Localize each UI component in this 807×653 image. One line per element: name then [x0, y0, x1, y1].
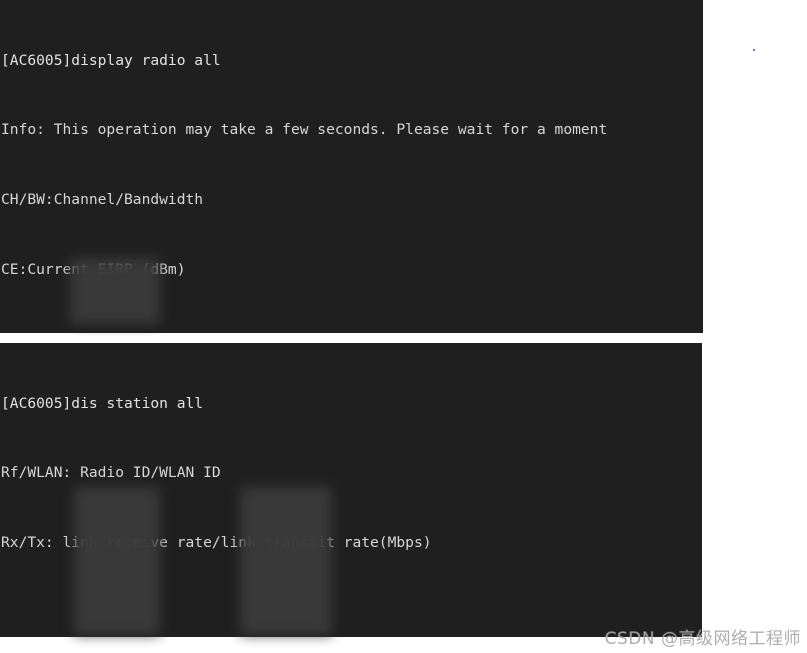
stray-pixel-artifact	[753, 49, 755, 51]
legend-line-me: ME:Max EIRP (dBm)	[1, 328, 703, 333]
legend-line-rf-wlan: Rf/WLAN: Radio ID/WLAN ID	[1, 464, 221, 482]
info-message-line: Info: This operation may take a few seco…	[1, 121, 608, 139]
command-line-dis-station: [AC6005]dis station all	[1, 394, 204, 412]
legend-line-ce: CE:Current EIRP (dBm)	[1, 261, 186, 279]
command-line-display-radio: [AC6005]display radio all	[1, 51, 221, 69]
terminal-pane-display-radio[interactable]: [AC6005]display radio all Info: This ope…	[0, 0, 703, 333]
legend-line-rx-tx: Rx/Tx: link receive rate/link transmit r…	[1, 534, 432, 552]
spacer-line	[1, 601, 702, 624]
legend-line-chbw: CH/BW:Channel/Bandwidth	[1, 191, 204, 209]
terminal-pane-display-station[interactable]: [AC6005]dis station all Rf/WLAN: Radio I…	[0, 343, 702, 637]
